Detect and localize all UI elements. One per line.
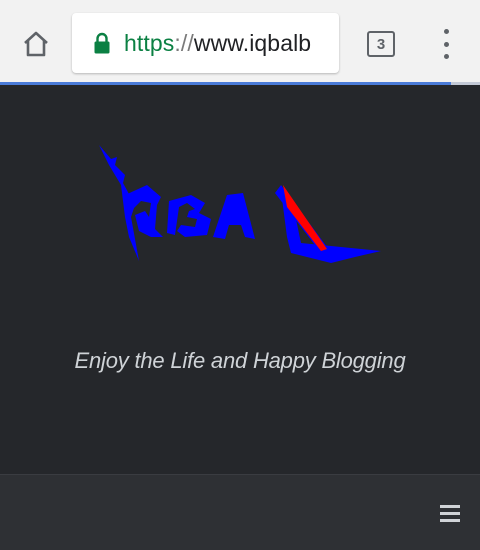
hamburger-menu-icon[interactable] — [440, 505, 460, 522]
menu-dot — [443, 29, 449, 34]
menu-dot — [443, 54, 449, 59]
hamburger-line — [440, 505, 460, 508]
site-tagline: Enjoy the Life and Happy Blogging — [74, 348, 406, 373]
url-scheme: https — [124, 29, 175, 56]
url-host: www.iqbalb — [193, 29, 312, 56]
url-text: https://www.iqbalb — [124, 30, 311, 57]
site-logo[interactable] — [95, 145, 385, 270]
lock-icon — [94, 32, 110, 54]
home-button[interactable] — [18, 26, 54, 62]
url-separator: :// — [174, 29, 194, 56]
browser-toolbar: https://www.iqbalb 3 — [0, 0, 480, 82]
site-header: Enjoy the Life and Happy Blogging — [0, 85, 480, 474]
home-icon — [24, 31, 48, 57]
hamburger-line — [440, 519, 460, 522]
hamburger-line — [440, 512, 460, 515]
more-vert-icon[interactable] — [432, 29, 460, 59]
address-bar[interactable]: https://www.iqbalb — [72, 13, 339, 73]
menu-dot — [443, 41, 449, 47]
site-navbar — [0, 474, 480, 550]
tab-switcher-button[interactable]: 3 — [367, 31, 395, 57]
tab-count: 3 — [376, 35, 386, 53]
